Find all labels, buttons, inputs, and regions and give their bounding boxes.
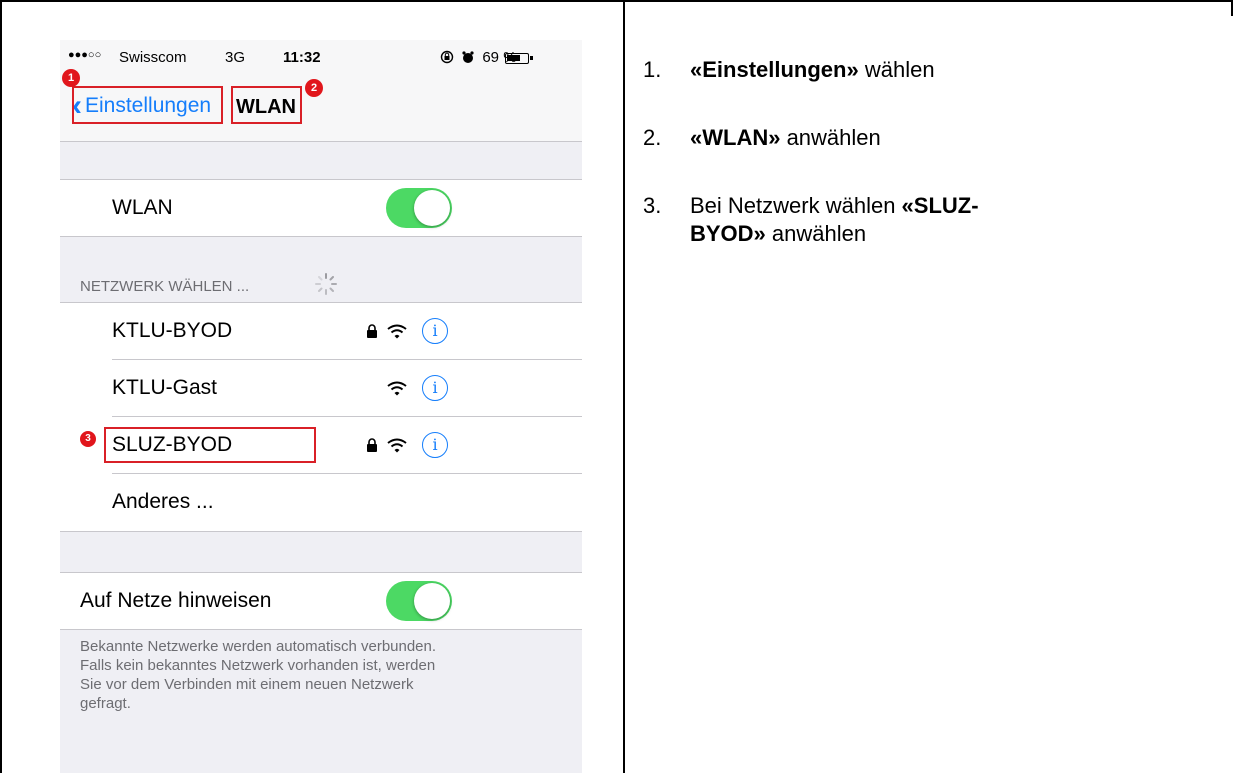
alarm-icon [462,51,474,63]
other-network-label: Anderes ... [112,490,214,513]
ask-networks-switch[interactable] [386,581,452,621]
step-text: anwählen [780,125,881,150]
iphone-screenshot: ●●●○○ Swisscom 3G 11:32 69 % ‹ Einstellu… [60,40,582,773]
network-list: KTLU-BYOD i KTLU-Gast i SLUZ-BYOD i Ande… [60,302,582,532]
step-text-end: anwählen [765,221,867,246]
wlan-label: WLAN [112,196,173,219]
annotation-box-sluz-byod [104,427,316,463]
signal-strength: ●●●○○ [68,49,102,61]
wifi-icon [387,438,407,453]
annotation-badge-2: 2 [305,79,323,97]
step-number: 1. [643,57,662,82]
step-keyword: «Einstellungen» [690,57,859,82]
step-text: Bei Netzwerk wählen [690,193,902,218]
annotation-box-einstellungen [72,86,223,124]
other-network-row[interactable]: Anderes ... [60,474,582,531]
wifi-icon [387,324,407,339]
step-number: 2. [643,125,662,150]
wifi-icon [387,381,407,396]
step-number: 3. [643,193,662,218]
network-type: 3G [225,49,246,66]
network-name: KTLU-BYOD [112,319,233,342]
network-name: KTLU-Gast [112,376,218,399]
wlan-switch[interactable] [386,188,452,228]
carrier-name: Swisscom [119,49,187,66]
annotation-badge-3: 3 [80,431,96,447]
network-section-header: NETZWERK WÄHLEN ... [80,278,250,295]
table-border-middle [623,2,625,773]
clock: 11:32 [283,49,321,66]
ask-networks-label: Auf Netze hinweisen [80,589,272,612]
wlan-toggle-row: WLAN [60,179,582,237]
lock-icon [367,324,377,338]
battery-icon [505,53,533,64]
lock-icon [367,438,377,452]
network-row[interactable]: KTLU-BYOD i [60,303,582,360]
info-icon[interactable]: i [422,375,448,401]
rotation-lock-icon [440,50,454,64]
status-bar: ●●●○○ Swisscom 3G 11:32 69 % [60,40,582,76]
network-row[interactable]: KTLU-Gast i [60,360,582,417]
ask-networks-description: Bekannte Netzwerke werden automatisch ve… [80,638,437,712]
annotation-badge-1: 1 [62,69,80,87]
info-icon[interactable]: i [422,318,448,344]
loading-spinner-icon [315,273,337,295]
annotation-box-wlan [231,86,302,124]
instruction-table: ●●●○○ Swisscom 3G 11:32 69 % ‹ Einstellu… [0,0,1233,773]
step-text: wählen [858,57,935,82]
table-border-left [0,2,2,773]
ask-networks-row: Auf Netze hinweisen [60,572,582,630]
info-icon[interactable]: i [422,432,448,458]
step-keyword: «WLAN» [690,125,781,150]
